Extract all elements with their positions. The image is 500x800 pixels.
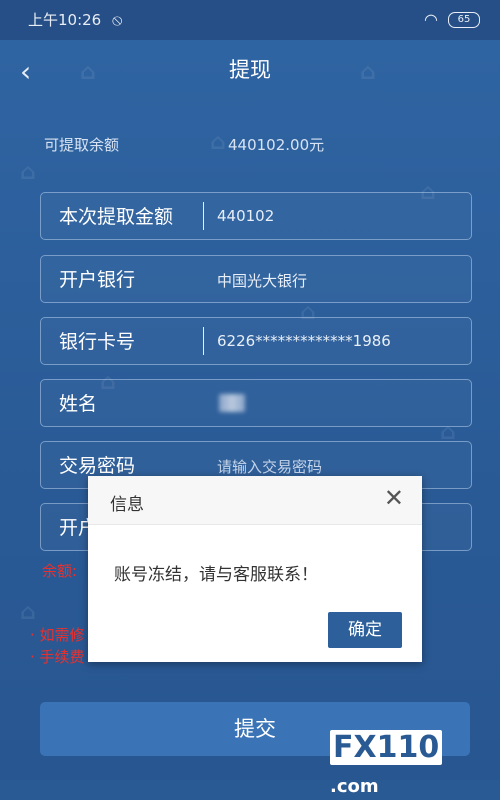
status-time: 上午10:26 xyxy=(28,11,102,29)
card-label: 银行卡号 xyxy=(59,331,136,353)
balance-value: 440102.00元 xyxy=(228,136,325,154)
card-number-input[interactable]: 6226*************1986 xyxy=(217,332,391,350)
divider xyxy=(203,202,204,230)
watermark-icon: ⌂ xyxy=(210,130,226,155)
watermark-icon: ⌂ xyxy=(20,160,36,185)
confirm-button[interactable]: 确定 xyxy=(328,612,402,648)
withdraw-page: ⌂ ⌂ ⌂ ⌂ ⌂ ⌂ ⌂ ⌂ ⌂ ⌂ ‹ 提现 可提取余额 440102.00… xyxy=(0,40,500,797)
bank-select[interactable]: 中国光大银行 xyxy=(217,270,307,291)
password-label: 交易密码 xyxy=(59,455,136,477)
balance-note: 余额: xyxy=(42,562,78,580)
note-item: · 手续费 xyxy=(30,648,85,666)
divider xyxy=(203,327,204,355)
bank-field[interactable]: 开户银行 中国光大银行 xyxy=(40,255,472,303)
info-dialog: 信息 ✕ 账号冻结，请与客服联系！ 确定 xyxy=(88,476,422,662)
battery-icon: 65 xyxy=(448,12,480,28)
dialog-header: 信息 ✕ xyxy=(88,476,422,525)
bank-label: 开户银行 xyxy=(59,269,136,291)
dnd-icon: ⦸ xyxy=(112,10,123,29)
dialog-message: 账号冻结，请与客服联系！ xyxy=(114,565,318,585)
dialog-title: 信息 xyxy=(110,495,144,515)
wifi-icon: ◠ xyxy=(424,10,438,29)
amount-input[interactable]: 440102 xyxy=(217,207,274,225)
logo-brand: FX110 xyxy=(330,730,443,765)
watermark-icon: ⌂ xyxy=(20,600,36,625)
note-item: · 如需修 xyxy=(30,626,85,644)
password-input[interactable]: 请输入交易密码 xyxy=(217,456,322,477)
name-input-blurred[interactable] xyxy=(219,394,245,412)
fx110-logo: FX110 .com xyxy=(330,730,490,797)
close-icon[interactable]: ✕ xyxy=(384,486,404,510)
status-bar: 上午10:26 ⦸ ◠ 65 xyxy=(0,0,500,54)
name-label: 姓名 xyxy=(59,393,98,415)
page-title: 提现 xyxy=(229,58,271,82)
amount-field[interactable]: 本次提取金额 440102 xyxy=(40,192,472,240)
logo-suffix: .com xyxy=(330,776,379,797)
amount-label: 本次提取金额 xyxy=(59,206,174,228)
name-field[interactable]: 姓名 xyxy=(40,379,472,427)
card-field[interactable]: 银行卡号 6226*************1986 xyxy=(40,317,472,365)
balance-label: 可提取余额 xyxy=(44,136,120,154)
